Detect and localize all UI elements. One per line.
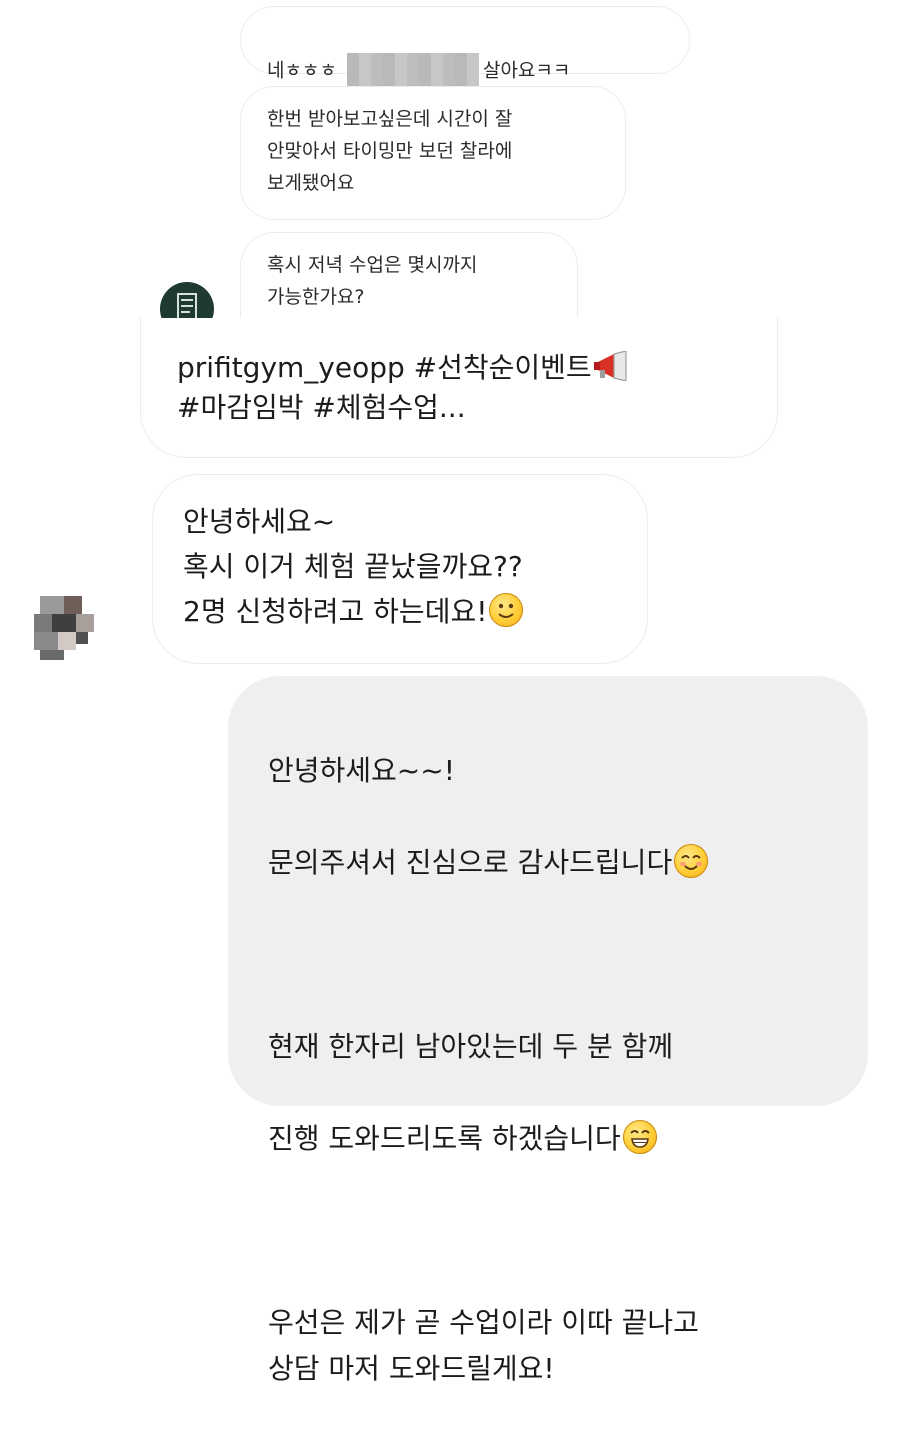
reply-line-3: 현재 한자리 남아있는데 두 분 함께 (268, 1030, 674, 1063)
grinning-face-icon (622, 1120, 657, 1154)
redacted-block (346, 53, 479, 89)
outgoing-message-1: 안녕하세요~~! 문의주셔서 진심으로 감사드립니다 현재 한자리 남아있는데 … (228, 676, 868, 1385)
paragraph-gap-1 (268, 932, 828, 978)
slightly-smiling-face-icon (489, 593, 524, 627)
megaphone-icon (593, 351, 627, 381)
shared-post-caption-line-2: #마감임박 #체험수업... (177, 391, 466, 424)
pixelated-avatar-icon (34, 596, 94, 660)
reply-line-4: 진행 도와드리도록 하겠습니다 (268, 1116, 828, 1162)
incoming-message-3: 혹시 저녁 수업은 몇시까지 가능한가요? (240, 232, 578, 328)
message-text: 안녕하세요~ 혹시 이거 체험 끝났을까요?? 2명 신청하려고 하는데요! (183, 505, 523, 628)
user-avatar[interactable] (28, 590, 100, 662)
paragraph-gap-2 (268, 1208, 828, 1254)
shared-post-card[interactable]: prifitgym_yeopp #선착순이벤트 #마감임박 #체험수업... (140, 318, 778, 458)
incoming-message-4: 안녕하세요~ 혹시 이거 체험 끝났을까요?? 2명 신청하려고 하는데요! (152, 474, 648, 664)
incoming-message-1: 네ㅎㅎㅎ 살아요ㅋㅋ (240, 6, 690, 89)
reply-line-5: 우선은 제가 곧 수업이라 이따 끝나고 상담 마저 도와드릴게요! (268, 1306, 699, 1385)
incoming-message-2: 한번 받아보고싶은데 시간이 잘 안맞아서 타이밍만 보던 찰라에 보게됐어요 (240, 86, 626, 220)
smiling-face-icon (674, 844, 709, 878)
shared-post-caption-line-1: prifitgym_yeopp #선착순이벤트 (177, 348, 741, 388)
message-text-start: 네ㅎㅎㅎ (267, 59, 343, 82)
message-text-end: 살아요ㅋㅋ (482, 59, 571, 82)
reply-line-1: 안녕하세요~~! (268, 754, 455, 787)
reply-line-2: 문의주셔서 진심으로 감사드립니다 (268, 840, 828, 886)
